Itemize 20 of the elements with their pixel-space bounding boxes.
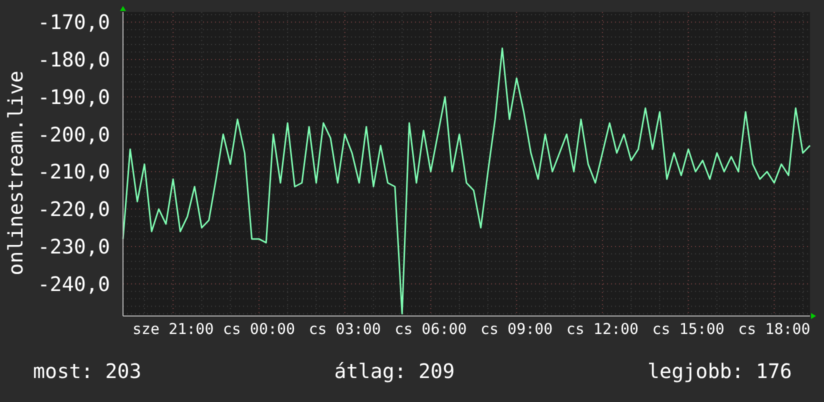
x-tick-label: cs 03:00 (308, 320, 381, 338)
x-tick-label: cs 09:00 (480, 320, 553, 338)
summary-stat: átlag: 209 (334, 361, 455, 381)
y-tick-label: -200,0 (38, 122, 110, 146)
y-tick-label: -220,0 (38, 197, 110, 222)
x-tick-label: cs 15:00 (652, 320, 724, 338)
x-tick-label: sze 21:00 (132, 320, 214, 338)
x-tick-label: cs 00:00 (222, 320, 296, 338)
summary-stat: legjobb: 176 (647, 361, 792, 381)
y-tick-label: -180,0 (38, 48, 110, 72)
y-tick-label: -240,0 (38, 272, 110, 296)
axis-title: onlinestream.live (5, 70, 25, 275)
x-tick-label: cs 18:00 (738, 320, 810, 338)
y-tick-label: -190,0 (38, 84, 110, 109)
y-tick-label: -230,0 (38, 234, 110, 258)
y-tick-label: -210,0 (38, 160, 110, 184)
y-tick-label: -170,0 (38, 10, 110, 34)
x-tick-label: cs 12:00 (566, 320, 639, 338)
summary-stat: most: 203 (33, 361, 142, 381)
x-tick-label: cs 06:00 (394, 320, 467, 338)
